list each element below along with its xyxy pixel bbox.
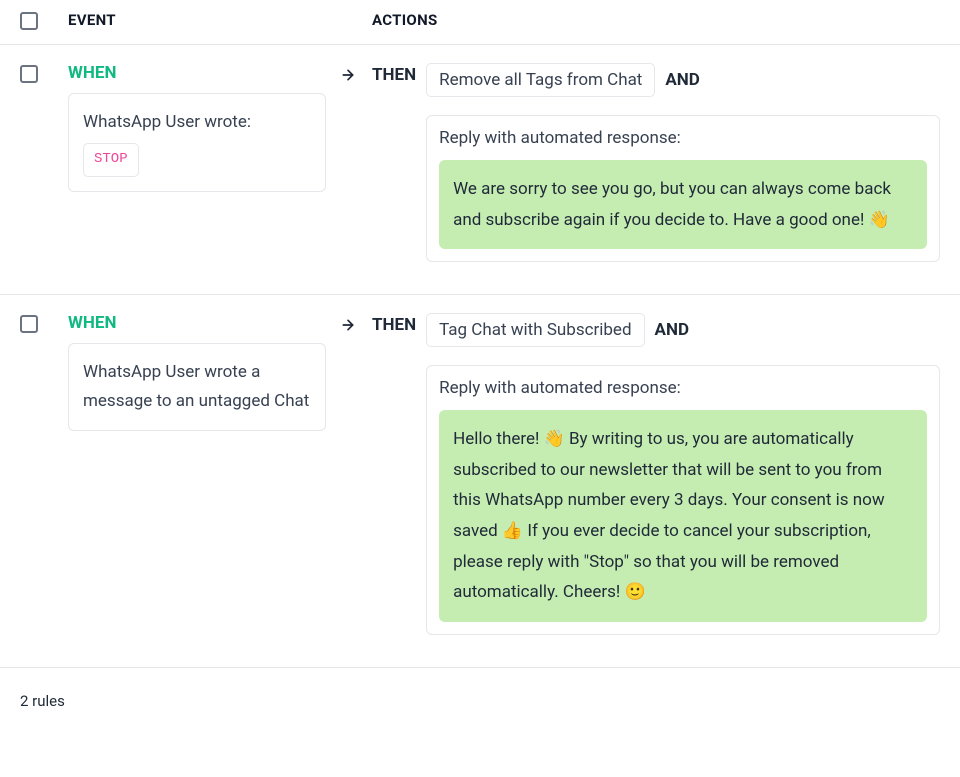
- response-card: Reply with automated response: We are so…: [426, 115, 940, 262]
- and-label: AND: [655, 320, 689, 340]
- header-actions: ACTIONS: [372, 11, 438, 29]
- rules-table: EVENT ACTIONS WHEN WhatsApp User wrote: …: [0, 0, 960, 734]
- rule-row[interactable]: WHEN WhatsApp User wrote a message to an…: [0, 295, 960, 668]
- event-card: WhatsApp User wrote a message to an unta…: [68, 343, 326, 431]
- action-pill[interactable]: Tag Chat with Subscribed: [426, 313, 644, 347]
- then-label: THEN: [372, 65, 416, 85]
- table-header: EVENT ACTIONS: [0, 0, 960, 45]
- row-checkbox[interactable]: [20, 65, 38, 83]
- arrow-right-icon: [340, 317, 356, 338]
- response-bubble: We are sorry to see you go, but you can …: [439, 160, 927, 249]
- event-card: WhatsApp User wrote: STOP: [68, 93, 326, 192]
- when-label: WHEN: [68, 313, 328, 333]
- response-title: Reply with automated response:: [439, 128, 927, 160]
- rule-count: 2 rules: [20, 692, 65, 710]
- footer: 2 rules: [0, 668, 960, 734]
- response-title: Reply with automated response:: [439, 378, 927, 410]
- event-text: WhatsApp User wrote:: [83, 108, 311, 137]
- response-bubble: Hello there! 👋 By writing to us, you are…: [439, 410, 927, 622]
- row-checkbox[interactable]: [20, 315, 38, 333]
- response-card: Reply with automated response: Hello the…: [426, 365, 940, 635]
- action-line: Tag Chat with Subscribed AND: [426, 313, 940, 347]
- header-event: EVENT: [68, 11, 328, 29]
- arrow-right-icon: [340, 67, 356, 88]
- event-keyword-pill: STOP: [83, 143, 139, 177]
- action-line: Remove all Tags from Chat AND: [426, 63, 940, 97]
- then-label: THEN: [372, 315, 416, 335]
- and-label: AND: [665, 70, 699, 90]
- event-text: WhatsApp User wrote a message to an unta…: [83, 358, 311, 416]
- select-all-checkbox[interactable]: [20, 12, 38, 30]
- rule-row[interactable]: WHEN WhatsApp User wrote: STOP THEN Remo…: [0, 45, 960, 295]
- action-pill[interactable]: Remove all Tags from Chat: [426, 63, 655, 97]
- when-label: WHEN: [68, 63, 328, 83]
